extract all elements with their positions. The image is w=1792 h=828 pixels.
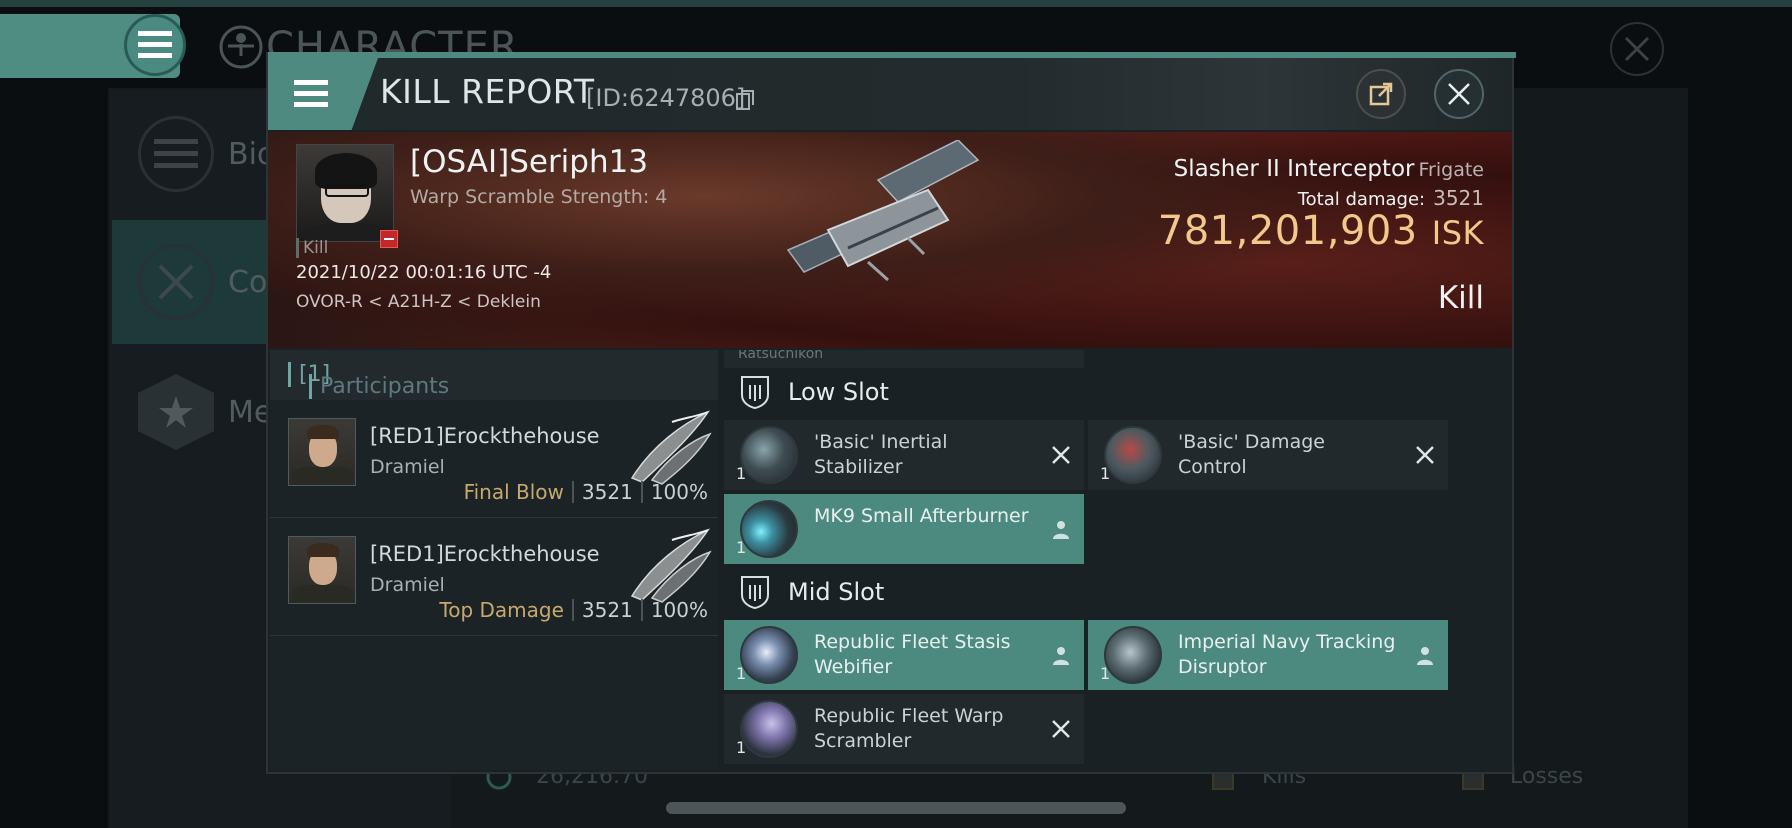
sidebar-item-label: Co (228, 264, 268, 300)
participant-avatar[interactable] (288, 418, 356, 486)
previous-module-row: Ratsuchikon (724, 350, 1084, 368)
destroyed-icon (1052, 720, 1070, 738)
dropped-person-icon (1053, 521, 1069, 539)
victim-name[interactable]: [OSAI]Seriph13 (410, 144, 648, 180)
isk-unit: ISK (1431, 214, 1484, 252)
victim-ship[interactable]: Slasher II Interceptor Frigate (1174, 156, 1484, 182)
module-quantity: 1 (1100, 464, 1111, 483)
star-medal-icon (138, 374, 214, 450)
ship-class: Frigate (1418, 159, 1484, 181)
participant-ship: Dramiel (370, 574, 445, 596)
module-name: MK9 Small Afterburner (814, 505, 1029, 527)
victim-portrait[interactable] (296, 144, 394, 242)
module-quantity: 1 (736, 538, 747, 557)
module-quantity: 1 (736, 664, 747, 683)
report-id: [ID:6247806] (586, 84, 746, 112)
mid-slot-header: Mid Slot (722, 568, 884, 616)
participant-ship: Dramiel (370, 456, 445, 478)
participant-ship-image (630, 410, 712, 485)
victim-subtitle: Warp Scramble Strength: 4 (410, 186, 668, 208)
participant-percent: 100% (650, 598, 708, 622)
module-damage-control[interactable]: 1 'Basic' Damage Control (1088, 420, 1448, 490)
kill-tag: Kill (296, 238, 328, 258)
close-icon (1624, 36, 1650, 62)
low-slot-header: Low Slot (722, 368, 889, 416)
tracking-disruptor-icon (1104, 626, 1162, 684)
share-button[interactable] (1356, 69, 1406, 119)
participant-avatar[interactable] (288, 536, 356, 604)
participants-header: Participants [1] (270, 350, 718, 400)
window-header: KILL REPORT [ID:6247806] (268, 58, 1512, 130)
kill-location[interactable]: OVOR-R < A21H-Z < Deklein (296, 292, 541, 312)
copy-icon[interactable] (736, 90, 754, 110)
mid-slot-label: Mid Slot (788, 578, 885, 606)
module-quantity: 1 (736, 464, 747, 483)
module-inertial-stabilizer[interactable]: 1 'Basic' Inertial Stabilizer (724, 420, 1084, 490)
destroyed-icon (1052, 446, 1070, 464)
participant-row[interactable]: [RED1]Erockthehouse Dramiel Final Blow 3… (270, 402, 718, 518)
participants-label: Participants (309, 374, 449, 399)
kill-banner: [OSAI]Seriph13 Warp Scramble Strength: 4… (268, 132, 1512, 348)
total-damage-value: 3521 (1433, 186, 1484, 210)
participants-panel: Participants [1] [RED1]Erockthehouse Dra… (270, 350, 718, 770)
previous-module-name: Ratsuchikon (738, 350, 824, 362)
share-icon (1369, 82, 1393, 106)
participant-name[interactable]: [RED1]Erockthehouse (370, 542, 600, 566)
dropped-person-icon (1417, 647, 1433, 665)
top-damage-tag: Top Damage (439, 598, 564, 622)
isk-value: 781,201,903 ISK (1157, 208, 1484, 254)
fitting-panel[interactable]: Ratsuchikon Low Slot 1 'Basic' Inertial … (722, 350, 1512, 770)
kill-report-window: KILL REPORT [ID:6247806] [OSAI]Seriph13 … (266, 52, 1516, 774)
participant-stats: Final Blow 3521 100% (464, 480, 708, 504)
participant-percent: 100% (650, 480, 708, 504)
participant-stats: Top Damage 3521 100% (439, 598, 708, 622)
final-blow-tag: Final Blow (463, 480, 564, 504)
victim-ship-image (786, 140, 980, 282)
inertial-stabilizer-icon (740, 426, 798, 484)
module-tracking-disruptor[interactable]: 1 Imperial Navy Tracking Disruptor (1088, 620, 1448, 690)
low-slot-icon (741, 376, 769, 409)
module-name: 'Basic' Damage Control (1178, 431, 1325, 478)
hamburger-icon (138, 31, 172, 58)
participant-name[interactable]: [RED1]Erockthehouse (370, 424, 600, 448)
low-slot-label: Low Slot (788, 378, 889, 406)
module-warp-scrambler[interactable]: 1 Republic Fleet Warp Scrambler (724, 694, 1084, 764)
mid-slot-icon (741, 576, 769, 609)
horizontal-scrollbar[interactable] (666, 802, 1126, 814)
character-icon (219, 25, 263, 69)
warp-scrambler-icon (740, 700, 798, 758)
list-icon (138, 116, 214, 192)
module-afterburner[interactable]: 1 MK9 Small Afterburner (724, 494, 1084, 564)
participant-damage: 3521 (581, 480, 633, 504)
losses-label[interactable]: Losses (1510, 764, 1583, 789)
kill-datetime: 2021/10/22 00:01:16 UTC -4 (296, 262, 552, 283)
stasis-webifier-icon (740, 626, 798, 684)
module-quantity: 1 (736, 738, 747, 757)
hamburger-icon (294, 80, 328, 107)
module-quantity: 1 (1100, 664, 1111, 683)
total-damage: Total damage: 3521 (1297, 186, 1484, 210)
afterburner-icon (740, 500, 798, 558)
window-title: KILL REPORT (380, 72, 595, 111)
participant-ship-image (630, 528, 712, 603)
kill-result-label: Kill (1437, 280, 1484, 316)
close-button[interactable] (1434, 69, 1484, 119)
module-name: 'Basic' Inertial Stabilizer (814, 431, 948, 478)
crossed-swords-icon (138, 244, 214, 320)
participant-row[interactable]: [RED1]Erockthehouse Dramiel Top Damage 3… (270, 520, 718, 636)
window-menu-button[interactable] (268, 58, 378, 130)
module-name: Republic Fleet Stasis Webifier (814, 631, 1011, 678)
top-accent-line (0, 0, 1792, 7)
module-name: Republic Fleet Warp Scrambler (814, 705, 1004, 752)
negative-standing-icon (380, 230, 398, 248)
module-name: Imperial Navy Tracking Disruptor (1178, 631, 1396, 678)
dropped-person-icon (1053, 647, 1069, 665)
module-stasis-webifier[interactable]: 1 Republic Fleet Stasis Webifier (724, 620, 1084, 690)
damage-control-icon (1104, 426, 1162, 484)
destroyed-icon (1416, 446, 1434, 464)
character-close-button[interactable] (1610, 22, 1664, 76)
close-icon (1448, 83, 1470, 105)
participant-damage: 3521 (581, 598, 633, 622)
main-menu-button[interactable] (124, 14, 186, 76)
